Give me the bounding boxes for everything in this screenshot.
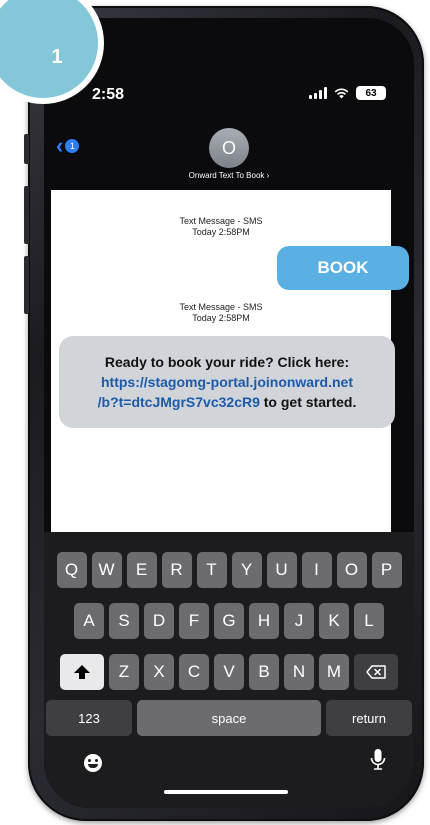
message-meta: Text Message - SMS Today 2:58PM <box>179 302 263 323</box>
battery-icon: 63 <box>356 86 386 100</box>
key-g[interactable]: G <box>214 603 244 639</box>
message-text-end: to get started. <box>259 394 357 410</box>
key-h[interactable]: H <box>249 603 279 639</box>
backspace-icon <box>366 665 386 679</box>
key-a[interactable]: A <box>74 603 104 639</box>
keyboard: Q W E R T Y U I O P A S D F G H J K L Z <box>44 532 414 808</box>
shift-arrow-icon <box>74 665 90 679</box>
keyboard-row-3: Z X C V B N M <box>44 654 414 690</box>
mute-switch <box>24 134 29 164</box>
space-key[interactable]: space <box>137 700 321 736</box>
key-q[interactable]: Q <box>56 552 87 588</box>
phone-screen: 2:58 63 ‹ 1 O Onward Text To Book › Text… <box>44 18 414 808</box>
key-d[interactable]: D <box>144 603 174 639</box>
microphone-icon[interactable] <box>370 748 386 772</box>
key-i[interactable]: I <box>301 552 332 588</box>
key-p[interactable]: P <box>371 552 402 588</box>
key-r[interactable]: R <box>161 552 192 588</box>
wifi-icon <box>334 88 349 99</box>
key-t[interactable]: T <box>196 552 227 588</box>
key-k[interactable]: K <box>319 603 349 639</box>
message-meta: Text Message - SMS Today 2:58PM <box>179 216 263 237</box>
back-button[interactable]: ‹ 1 <box>56 133 80 158</box>
volume-up-button <box>24 186 29 244</box>
key-c[interactable]: C <box>179 654 209 690</box>
key-w[interactable]: W <box>91 552 122 588</box>
contact-name[interactable]: Onward Text To Book › <box>164 171 294 180</box>
step-number: 1 <box>51 45 63 68</box>
keyboard-row-4: 123 space return <box>44 700 414 736</box>
key-e[interactable]: E <box>126 552 157 588</box>
keyboard-row-2: A S D F G H J K L <box>44 603 414 639</box>
key-m[interactable]: M <box>319 654 349 690</box>
emoji-icon[interactable] <box>84 754 102 772</box>
keyboard-row-1: Q W E R T Y U I O P <box>44 552 414 588</box>
status-time: 2:58 <box>92 86 125 103</box>
unread-count-badge: 1 <box>65 139 80 153</box>
message-thread: Text Message - SMS Today 2:58PM BOOK Tex… <box>51 190 409 532</box>
key-x[interactable]: X <box>144 654 174 690</box>
key-v[interactable]: V <box>214 654 244 690</box>
home-indicator[interactable] <box>164 790 288 794</box>
booking-link[interactable]: https://stagomg-portal.joinonward.net <box>101 374 353 390</box>
key-n[interactable]: N <box>284 654 314 690</box>
signal-icon <box>309 87 327 99</box>
key-b[interactable]: B <box>249 654 279 690</box>
outgoing-message-bubble: BOOK <box>277 246 409 290</box>
key-z[interactable]: Z <box>109 654 139 690</box>
volume-down-button <box>24 256 29 314</box>
shift-key[interactable] <box>60 654 104 690</box>
return-key[interactable]: return <box>326 700 412 736</box>
status-icons: 63 <box>309 86 386 100</box>
key-l[interactable]: L <box>354 603 384 639</box>
key-u[interactable]: U <box>266 552 297 588</box>
key-f[interactable]: F <box>179 603 209 639</box>
backspace-key[interactable] <box>354 654 398 690</box>
booking-link-continued[interactable]: /b?t=dtcJMgrS7vc32cR9 <box>98 394 260 410</box>
key-o[interactable]: O <box>336 552 367 588</box>
contact-avatar[interactable]: O <box>209 128 249 168</box>
numbers-key[interactable]: 123 <box>46 700 132 736</box>
message-text: Ready to book your ride? Click here: <box>104 354 350 370</box>
key-j[interactable]: J <box>284 603 314 639</box>
chevron-left-icon: ‹ <box>56 133 64 158</box>
incoming-message-bubble: Ready to book your ride? Click here: htt… <box>59 336 395 428</box>
key-y[interactable]: Y <box>231 552 262 588</box>
key-s[interactable]: S <box>109 603 139 639</box>
